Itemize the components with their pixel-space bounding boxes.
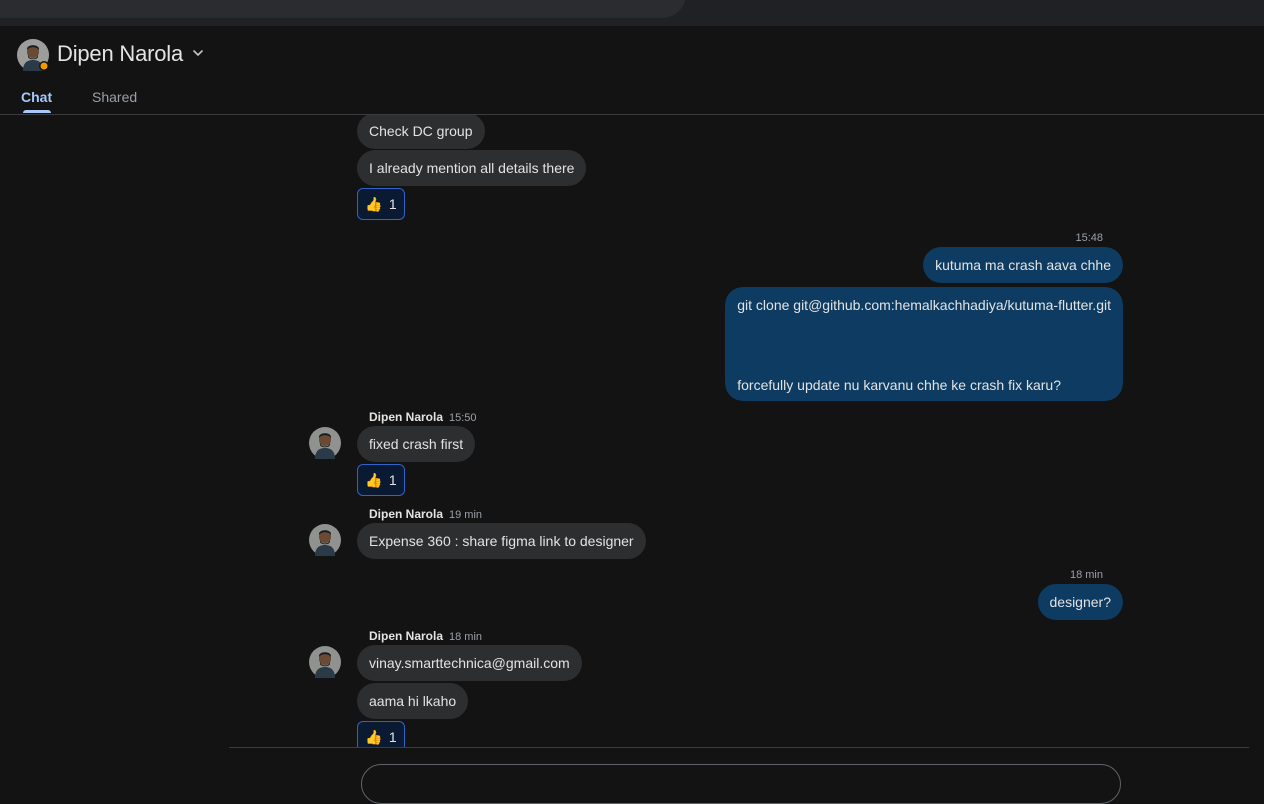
sender-name[interactable]: Dipen Narola bbox=[369, 507, 443, 521]
message-bubble[interactable]: aama hi lkaho bbox=[357, 683, 469, 719]
browser-top-strip bbox=[0, 0, 1264, 26]
reaction-count: 1 bbox=[388, 196, 397, 212]
chevron-down-icon[interactable] bbox=[191, 46, 205, 60]
message-timestamp: 19 min bbox=[449, 509, 483, 521]
thumbs-up-icon: 👍 bbox=[365, 471, 383, 488]
message-bubble-outgoing[interactable]: git clone git@github.com:hemalkachhadiya… bbox=[725, 287, 1123, 401]
status-dot-icon bbox=[40, 62, 48, 70]
message-bubble[interactable]: Expense 360 : share figma link to design… bbox=[357, 523, 646, 559]
message-timestamp: 15:48 bbox=[1075, 232, 1103, 244]
contact-name[interactable]: Dipen Narola bbox=[57, 41, 183, 67]
message-timestamp: 18 min bbox=[449, 631, 483, 643]
sender-name[interactable]: Dipen Narola bbox=[369, 629, 443, 643]
reaction-chip[interactable]: 👍 1 bbox=[357, 721, 405, 747]
contact-avatar[interactable] bbox=[17, 39, 49, 71]
reaction-chip[interactable]: 👍 1 bbox=[357, 464, 405, 496]
chat-header: Dipen Narola Chat Shared bbox=[0, 26, 1264, 115]
message-timestamp: 15:50 bbox=[449, 412, 477, 424]
sender-name[interactable]: Dipen Narola bbox=[369, 410, 443, 424]
reaction-chip[interactable]: 👍 1 bbox=[357, 188, 405, 220]
message-line: git clone git@github.com:hemalkachhadiya… bbox=[737, 297, 1111, 313]
thumbs-up-icon: 👍 bbox=[365, 195, 383, 212]
message-input[interactable] bbox=[361, 764, 1121, 804]
tab-shared[interactable]: Shared bbox=[92, 89, 137, 105]
avatar[interactable] bbox=[309, 646, 341, 678]
sender-info: Dipen Narola 15:50 bbox=[369, 410, 477, 424]
message-bubble[interactable]: vinay.smarttechnica@gmail.com bbox=[357, 645, 582, 681]
reaction-count: 1 bbox=[388, 472, 397, 488]
search-bar[interactable] bbox=[0, 0, 686, 18]
message-list[interactable]: Check DC group I already mention all det… bbox=[0, 115, 1264, 747]
reaction-count: 1 bbox=[388, 729, 397, 745]
message-timestamp: 18 min bbox=[1069, 569, 1103, 581]
composer-divider bbox=[229, 747, 1249, 748]
message-bubble[interactable]: fixed crash first bbox=[357, 426, 476, 462]
message-line: forcefully update nu karvanu chhe ke cra… bbox=[737, 377, 1061, 393]
sender-info: Dipen Narola 18 min bbox=[369, 629, 482, 643]
message-bubble-outgoing[interactable]: designer? bbox=[1037, 584, 1123, 620]
tab-chat[interactable]: Chat bbox=[21, 89, 52, 105]
sender-info: Dipen Narola 19 min bbox=[369, 507, 482, 521]
message-bubble[interactable]: I already mention all details there bbox=[357, 150, 587, 186]
avatar[interactable] bbox=[309, 427, 341, 459]
active-tab-indicator bbox=[23, 110, 51, 113]
message-bubble-outgoing[interactable]: kutuma ma crash aava chhe bbox=[923, 247, 1123, 283]
message-bubble[interactable]: Check DC group bbox=[357, 115, 485, 149]
avatar[interactable] bbox=[309, 524, 341, 556]
thumbs-up-icon: 👍 bbox=[365, 728, 383, 745]
